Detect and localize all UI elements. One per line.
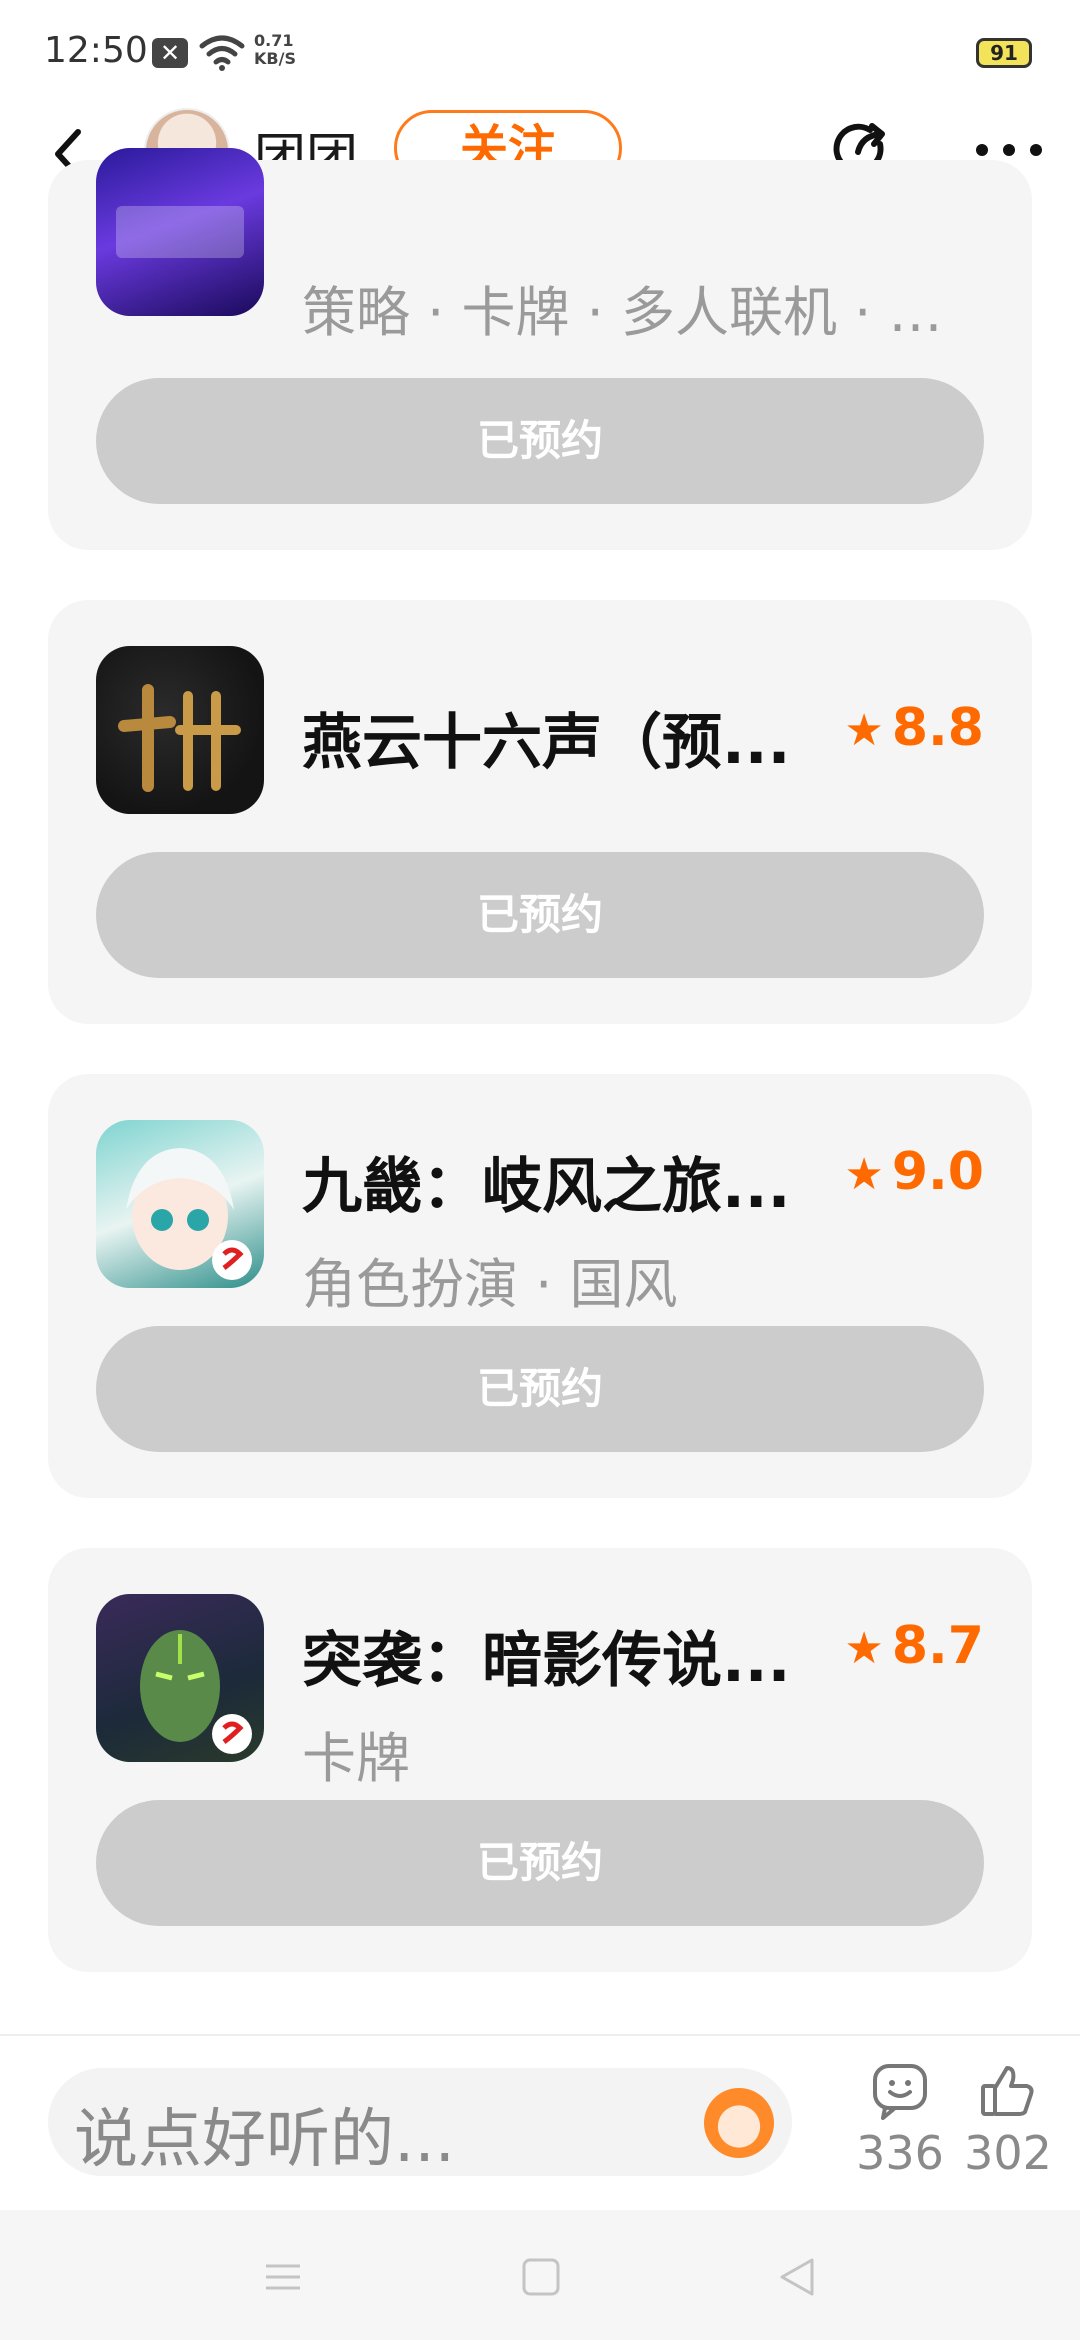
game-card: 策略 · 卡牌 · 多人联机 · … 已预约: [48, 148, 1032, 550]
game-rating: ★ 8.8: [844, 698, 984, 758]
game-icon-jiuji[interactable]: [96, 1120, 264, 1288]
game-tags: 策略 · 卡牌 · 多人联机 · …: [302, 281, 943, 344]
star-icon: ★: [844, 1149, 884, 1200]
game-icon-tuxi[interactable]: [96, 1594, 264, 1762]
menu-icon[interactable]: [260, 2254, 306, 2300]
more-options-icon[interactable]: [974, 140, 1044, 160]
home-square-icon[interactable]: [518, 2254, 564, 2300]
comment-count: 336: [856, 2126, 944, 2180]
game-card: 九畿：岐风之旅... ★ 9.0 角色扮演 · 国风 已预约: [48, 1074, 1032, 1498]
status-bar: 12:50 ✕ 0.71 KB/S 91: [0, 0, 1080, 100]
comment-input[interactable]: 说点好听的...: [48, 2068, 792, 2177]
status-time: 12:50: [44, 30, 148, 71]
reserved-button[interactable]: 已预约: [96, 1326, 984, 1452]
game-card: 突袭：暗影传说... ★ 8.7 卡牌 已预约: [48, 1548, 1032, 1972]
game-title[interactable]: 突袭：暗影传说...: [302, 1612, 872, 1699]
thumbs-up-icon: [981, 2066, 1034, 2116]
bottom-action-bar: 说点好听的... 336 302: [0, 2034, 1080, 2212]
rating-value: 8.8: [891, 698, 984, 758]
mascot-emoji-icon[interactable]: [704, 2088, 774, 2158]
notification-icon: ✕: [152, 38, 188, 68]
rating-value: 9.0: [891, 1142, 984, 1202]
game-icon-yanyun[interactable]: [96, 646, 264, 814]
wifi-icon: [199, 35, 245, 71]
game-card: 燕云十六声（预... ★ 8.8 已预约: [48, 600, 1032, 1024]
star-icon: ★: [844, 705, 884, 756]
reserved-button[interactable]: 已预约: [96, 852, 984, 978]
rating-value: 8.7: [891, 1616, 984, 1676]
net-speed: 0.71 KB/S: [254, 32, 296, 68]
star-icon: ★: [844, 1623, 884, 1674]
game-rating: ★ 8.7: [844, 1616, 984, 1676]
net-speed-unit: KB/S: [254, 49, 296, 68]
battery-indicator: 91: [976, 38, 1032, 68]
game-title[interactable]: 九畿：岐风之旅...: [302, 1138, 872, 1225]
system-nav-bar: [0, 2210, 1080, 2340]
reserved-button[interactable]: 已预约: [96, 378, 984, 504]
game-tags: 卡牌: [302, 1727, 410, 1790]
game-title[interactable]: 燕云十六声（预...: [302, 694, 872, 781]
comment-placeholder: 说点好听的...: [74, 2103, 456, 2177]
back-triangle-icon[interactable]: [774, 2254, 820, 2300]
game-tags: 角色扮演 · 国风: [302, 1253, 678, 1316]
game-icon-partial[interactable]: [96, 148, 264, 316]
like-button[interactable]: 302: [948, 2062, 1068, 2180]
net-speed-value: 0.71: [254, 31, 294, 50]
like-count: 302: [964, 2126, 1052, 2180]
comment-face-icon: [873, 2064, 927, 2120]
game-rating: ★ 9.0: [844, 1142, 984, 1202]
comment-button[interactable]: 336: [840, 2062, 960, 2180]
reserved-button[interactable]: 已预约: [96, 1800, 984, 1926]
